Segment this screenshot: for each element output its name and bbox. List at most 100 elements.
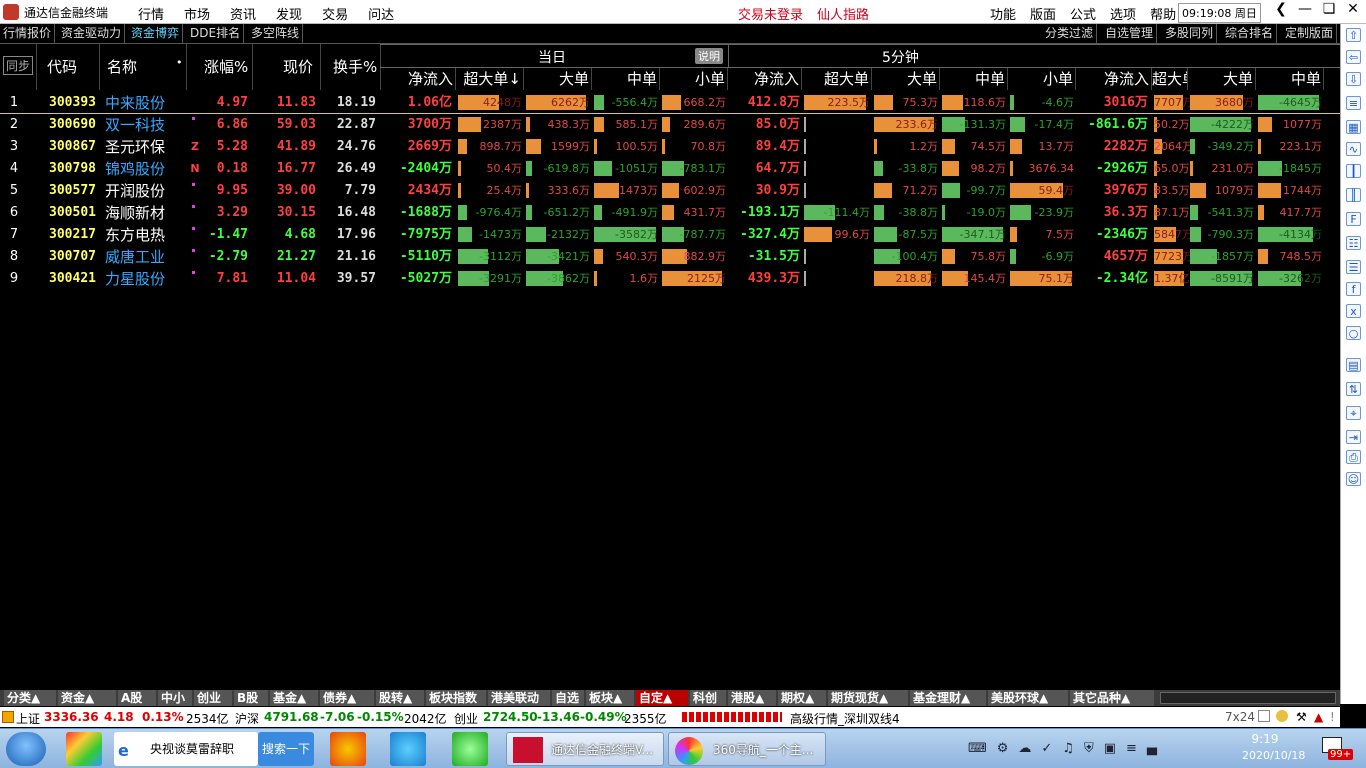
browser-icon[interactable] (330, 732, 366, 766)
note-button[interactable]: 说明 (695, 48, 723, 64)
bottom-tab[interactable]: B股 (234, 690, 268, 706)
arrow-up-icon[interactable]: ⇧ (1346, 28, 1361, 42)
refresh-app-icon[interactable] (452, 732, 488, 766)
bottom-tab[interactable]: 美股环球▲ (988, 690, 1068, 706)
login-icon[interactable]: ⇥ (1346, 430, 1361, 444)
fiz-icon[interactable]: f (1346, 282, 1361, 296)
menu-trade[interactable]: 交易 (322, 4, 348, 23)
chart-book-icon[interactable]: ☷ (1346, 236, 1361, 250)
bottom-tab[interactable]: 期货现货▲ (828, 690, 908, 706)
kline-icon[interactable]: ┃ (1346, 164, 1361, 178)
menu-discover[interactable]: 发现 (276, 4, 302, 23)
news-icon[interactable]: ≡ (1346, 96, 1361, 110)
menu-market[interactable]: 市场 (184, 4, 210, 23)
tool-icon[interactable]: ⚒ (1296, 710, 1307, 724)
bottom-tab[interactable]: 中小 (158, 690, 192, 706)
trade-login-warning[interactable]: 交易未登录 (738, 4, 803, 23)
grid-icon[interactable]: ▦ (1346, 120, 1361, 134)
sub-5m-xl[interactable]: 超大单 (802, 68, 872, 90)
col-change[interactable]: 涨幅% (204, 56, 248, 77)
signal-icon[interactable]: ▲ (1314, 710, 1323, 724)
bottom-tab[interactable]: 资金▲ (58, 690, 116, 706)
bottom-tab[interactable]: 基金理财▲ (910, 690, 986, 706)
bottom-tab[interactable]: 自选 (552, 690, 584, 706)
arrow-down-icon[interactable]: ⇩ (1346, 72, 1361, 86)
menu-layout[interactable]: 版面 (1030, 4, 1056, 23)
sub-x-l[interactable]: 大单 (1188, 68, 1256, 90)
f10-icon[interactable]: F (1346, 212, 1361, 226)
menu-quotes[interactable]: 行情 (138, 4, 164, 23)
start-button-icon[interactable] (6, 732, 46, 766)
bottom-tab[interactable]: 港美联动 (488, 690, 550, 706)
bottom-tab[interactable]: 基金▲ (270, 690, 318, 706)
composite-rank-button[interactable]: 综合排名 (1222, 24, 1278, 43)
candle-icon[interactable]: ║ (1346, 188, 1361, 202)
col-name[interactable]: 名称 (107, 56, 137, 77)
formula-icon[interactable]: x (1346, 304, 1361, 318)
bottom-tab[interactable]: 创业 (194, 690, 232, 706)
sub-day-net[interactable]: 净流入 (380, 68, 456, 90)
filter-button[interactable]: 分类过滤 (1042, 24, 1098, 43)
col-code[interactable]: 代码 (47, 56, 77, 77)
tab-dde-rank[interactable]: DDE排名 (187, 24, 245, 43)
menu-news[interactable]: 资讯 (230, 4, 256, 23)
line-chart-icon[interactable]: ∿ (1346, 142, 1361, 156)
minimize-icon[interactable]: — (1294, 1, 1316, 17)
menu-help[interactable]: 帮助 (1150, 4, 1176, 23)
bottom-tab[interactable]: 板块▲ (586, 690, 634, 706)
bottom-tab[interactable]: 港股▲ (728, 690, 776, 706)
sub-5m-m[interactable]: 中单 (940, 68, 1008, 90)
bottom-tab[interactable]: 科创 (690, 690, 726, 706)
back-icon[interactable]: ❮ (1270, 1, 1292, 17)
bottom-tab[interactable]: A股 (118, 690, 156, 706)
bottom-tab[interactable]: 其它品种▲ (1070, 690, 1154, 706)
window-icon[interactable] (1258, 710, 1270, 722)
bottom-tab[interactable]: 板块指数 (426, 690, 486, 706)
cy-label[interactable]: 创业 (454, 710, 478, 727)
bottom-tab[interactable]: 自定▲ (636, 690, 688, 706)
circle-icon[interactable]: ○ (1346, 326, 1361, 340)
close-icon[interactable]: ✕ (1342, 1, 1364, 17)
col-price[interactable]: 现价 (283, 56, 313, 77)
sub-5m-l[interactable]: 大单 (872, 68, 940, 90)
mode-label[interactable]: 7x24 (1225, 710, 1255, 724)
bottom-tab[interactable]: 期权▲ (778, 690, 826, 706)
taskbar-window-360[interactable]: 360导航_一个主... (668, 732, 826, 766)
maximize-icon[interactable]: ❏ (1318, 1, 1340, 17)
sub-x-m[interactable]: 中单 (1256, 68, 1324, 90)
sub-x-net[interactable]: 净流入 (1076, 68, 1152, 90)
sub-x-xl[interactable]: 超大单 (1152, 68, 1188, 90)
sh-label[interactable]: 上证 (16, 710, 40, 727)
printer-icon[interactable]: ⎙ (1346, 450, 1361, 464)
tab-fund-driver[interactable]: 资金驱动力 (58, 24, 126, 43)
tray-icons[interactable]: ⌨⚙☁✓♫⛨▣≡▄ (968, 741, 1167, 756)
folder-icon[interactable]: ▤ (1346, 358, 1361, 372)
video-player-icon[interactable] (390, 732, 426, 766)
coin-icon[interactable] (1276, 710, 1288, 722)
server-label[interactable]: 高级行情_深圳双线4 (790, 710, 900, 727)
search-button[interactable]: 搜索一下 (258, 732, 314, 766)
horizontal-scrollbar[interactable] (1160, 692, 1336, 704)
app-launcher-icon[interactable] (66, 732, 102, 766)
menu-options[interactable]: 选项 (1110, 4, 1136, 23)
tab-long-short[interactable]: 多空阵线 (248, 24, 304, 43)
tab-fund-game[interactable]: 资金博弈 (128, 24, 184, 43)
taskbar-date[interactable]: 2020/10/18 (1242, 749, 1305, 762)
smile-icon[interactable]: ☺ (1346, 472, 1361, 486)
sub-day-xl[interactable]: 超大单↓ (456, 68, 524, 90)
sync-button[interactable]: 同步 (3, 56, 34, 75)
sub-day-l[interactable]: 大单 (524, 68, 592, 90)
col-turnover[interactable]: 换手% (333, 56, 377, 77)
menu-ask[interactable]: 问达 (368, 4, 394, 23)
info-icon[interactable]: ! (1330, 710, 1335, 724)
custom-layout-button[interactable]: 定制版面 (1282, 24, 1338, 43)
bottom-tab[interactable]: 分类▲ (4, 690, 56, 706)
tab-quote-list[interactable]: 行情报价 (0, 24, 56, 43)
arrow-left-icon[interactable]: ⇦ (1346, 50, 1361, 64)
document-icon[interactable]: ☰ (1346, 260, 1361, 274)
menu-function[interactable]: 功能 (990, 4, 1016, 23)
watchlist-manage-button[interactable]: 自选管理 (1102, 24, 1158, 43)
sub-5m-s[interactable]: 小单 (1008, 68, 1076, 90)
sub-day-s[interactable]: 小单 (660, 68, 728, 90)
multi-stock-button[interactable]: 多股同列 (1162, 24, 1218, 43)
